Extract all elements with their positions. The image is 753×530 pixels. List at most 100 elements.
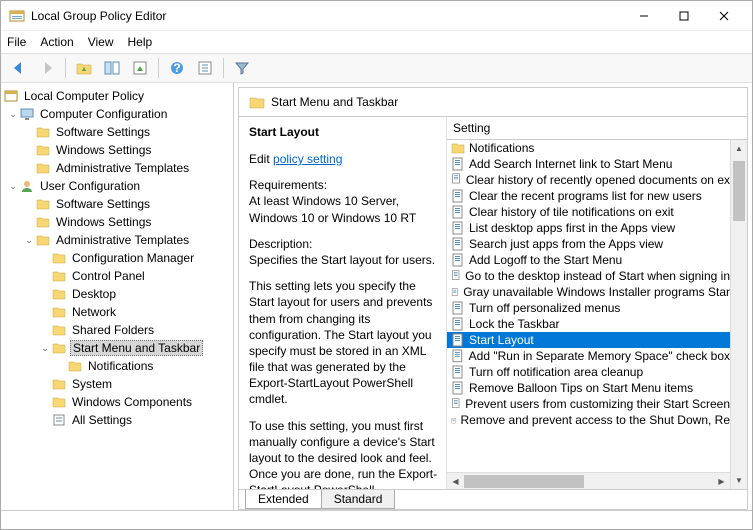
vertical-scrollbar[interactable]: ▲ ▼ — [730, 140, 747, 489]
list-item-label: Turn off notification area cleanup — [469, 365, 643, 379]
tab-standard[interactable]: Standard — [321, 490, 396, 509]
tree-label: Software Settings — [54, 197, 152, 211]
details-heading: Start Menu and Taskbar — [271, 95, 398, 109]
list-item[interactable]: Add Logoff to the Start Menu — [447, 252, 730, 268]
scroll-left-icon[interactable]: ◀ — [447, 473, 464, 489]
back-button[interactable] — [7, 56, 31, 80]
menu-help[interactable]: Help — [128, 35, 153, 49]
list-item[interactable]: Turn off personalized menus — [447, 300, 730, 316]
collapse-icon[interactable]: ⌄ — [23, 235, 35, 246]
folder-icon — [51, 340, 67, 356]
tree-root[interactable]: Local Computer Policy — [3, 87, 231, 105]
list-item-selected[interactable]: Start Layout — [447, 332, 730, 348]
list-item[interactable]: Add "Run in Separate Memory Space" check… — [447, 348, 730, 364]
tree-computer-config[interactable]: ⌄ Computer Configuration — [3, 105, 231, 123]
menu-view[interactable]: View — [88, 35, 114, 49]
menu-action[interactable]: Action — [40, 35, 73, 49]
list-item[interactable]: Gray unavailable Windows Installer progr… — [447, 284, 730, 300]
list-item[interactable]: Clear the recent programs list for new u… — [447, 188, 730, 204]
details-header: Start Menu and Taskbar — [239, 88, 747, 117]
tree-cfgmgr[interactable]: Configuration Manager — [3, 249, 231, 267]
folder-icon — [51, 394, 67, 410]
tree-shared[interactable]: Shared Folders — [3, 321, 231, 339]
list-item-label: Add Search Internet link to Start Menu — [469, 157, 672, 171]
list-item[interactable]: Lock the Taskbar — [447, 316, 730, 332]
scroll-thumb[interactable] — [733, 161, 745, 221]
policy-icon — [451, 205, 465, 219]
scroll-down-icon[interactable]: ▼ — [731, 472, 747, 489]
list-item[interactable]: Turn off notification area cleanup — [447, 364, 730, 380]
list-item-label: Search just apps from the Apps view — [469, 237, 663, 251]
up-button[interactable] — [72, 56, 96, 80]
requirements-heading: Requirements: — [249, 178, 327, 192]
list-item-label: Turn off personalized menus — [469, 301, 620, 315]
tree-user-config[interactable]: ⌄ User Configuration — [3, 177, 231, 195]
list-item[interactable]: Prevent users from customizing their Sta… — [447, 396, 730, 412]
tree-uc-admin[interactable]: ⌄ Administrative Templates — [3, 231, 231, 249]
requirements-body: At least Windows 10 Server, Windows 10 o… — [249, 194, 416, 224]
settings-list[interactable]: Notifications Add Search Internet link t… — [447, 140, 730, 472]
description-line-2: This setting lets you specify the Start … — [249, 278, 440, 408]
folder-icon — [51, 286, 67, 302]
forward-button[interactable] — [35, 56, 59, 80]
tree-system[interactable]: System — [3, 375, 231, 393]
list-item[interactable]: Remove Balloon Tips on Start Menu items — [447, 380, 730, 396]
list-item-label: Prevent users from customizing their Sta… — [465, 397, 730, 411]
list-item-label: Remove Balloon Tips on Start Menu items — [469, 381, 693, 395]
tree-pane[interactable]: Local Computer Policy ⌄ Computer Configu… — [1, 83, 234, 510]
tree-wincomp[interactable]: Windows Components — [3, 393, 231, 411]
tree-network[interactable]: Network — [3, 303, 231, 321]
description-line-3: To use this setting, you must first manu… — [249, 418, 440, 489]
tree-label: Network — [70, 305, 118, 319]
list-item[interactable]: Clear history of recently opened documen… — [447, 172, 730, 188]
tree-uc-software[interactable]: Software Settings — [3, 195, 231, 213]
tree-desktop[interactable]: Desktop — [3, 285, 231, 303]
tree-cc-software[interactable]: Software Settings — [3, 123, 231, 141]
help-button[interactable]: ? — [165, 56, 189, 80]
filter-button[interactable] — [230, 56, 254, 80]
show-hide-console-button[interactable] — [100, 56, 124, 80]
collapse-icon[interactable]: ⌄ — [39, 343, 51, 354]
list-item[interactable]: Remove and prevent access to the Shut Do… — [447, 412, 730, 428]
list-item-label: Go to the desktop instead of Start when … — [465, 269, 730, 283]
export-list-button[interactable] — [128, 56, 152, 80]
tree-notifications[interactable]: Notifications — [3, 357, 231, 375]
list-folder-notifications[interactable]: Notifications — [447, 140, 730, 156]
close-button[interactable] — [704, 2, 744, 30]
list-item[interactable]: Search just apps from the Apps view — [447, 236, 730, 252]
collapse-icon[interactable]: ⌄ — [7, 181, 19, 192]
tree-cpanel[interactable]: Control Panel — [3, 267, 231, 285]
settings-column-header[interactable]: Setting — [447, 117, 747, 140]
scroll-thumb-h[interactable] — [464, 475, 584, 488]
list-item[interactable]: Go to the desktop instead of Start when … — [447, 268, 730, 284]
policy-icon — [451, 173, 462, 187]
tree-label: Administrative Templates — [54, 233, 191, 247]
minimize-button[interactable] — [624, 2, 664, 30]
status-bar — [1, 510, 752, 530]
list-item[interactable]: List desktop apps first in the Apps view — [447, 220, 730, 236]
list-item-label: List desktop apps first in the Apps view — [469, 221, 675, 235]
policy-icon — [451, 301, 465, 315]
scroll-up-icon[interactable]: ▲ — [731, 140, 747, 157]
tab-extended[interactable]: Extended — [245, 490, 322, 509]
tree-label: Local Computer Policy — [22, 89, 146, 103]
menu-file[interactable]: File — [7, 35, 26, 49]
tree-label: Windows Settings — [54, 215, 153, 229]
user-icon — [19, 178, 35, 194]
tree-allsettings[interactable]: All Settings — [3, 411, 231, 429]
collapse-icon[interactable]: ⌄ — [7, 109, 19, 120]
list-item[interactable]: Add Search Internet link to Start Menu — [447, 156, 730, 172]
maximize-button[interactable] — [664, 2, 704, 30]
list-item-label: Gray unavailable Windows Installer progr… — [463, 285, 730, 299]
tree-uc-windows[interactable]: Windows Settings — [3, 213, 231, 231]
list-item-label: Add "Run in Separate Memory Space" check… — [469, 349, 730, 363]
horizontal-scrollbar[interactable]: ◀ ▶ — [447, 472, 730, 489]
edit-policy-link[interactable]: policy setting — [273, 152, 342, 166]
tree-cc-windows[interactable]: Windows Settings — [3, 141, 231, 159]
scroll-right-icon[interactable]: ▶ — [713, 473, 730, 489]
list-item-label: Clear history of recently opened documen… — [466, 173, 730, 187]
properties-button[interactable] — [193, 56, 217, 80]
tree-smtb[interactable]: ⌄ Start Menu and Taskbar — [3, 339, 231, 357]
list-item[interactable]: Clear history of tile notifications on e… — [447, 204, 730, 220]
tree-cc-admin[interactable]: Administrative Templates — [3, 159, 231, 177]
